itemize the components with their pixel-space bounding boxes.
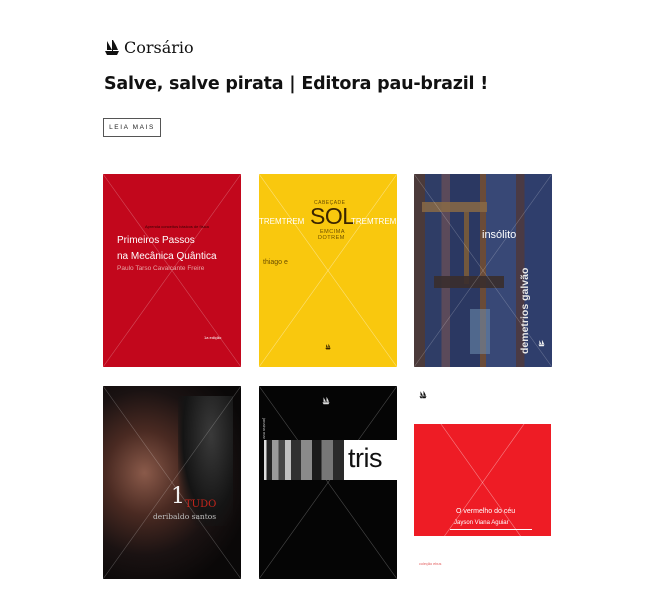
- site-brand[interactable]: Corsário: [104, 38, 194, 57]
- placeholder-cross-icon: [414, 174, 552, 367]
- book-collection: coleção ebus: [419, 562, 442, 566]
- publisher-logo-icon: [538, 339, 545, 347]
- book-author: Jayson Viana Aguiar: [454, 520, 509, 526]
- book-divider: [450, 529, 532, 530]
- book-photo-strip: [264, 440, 344, 480]
- book-cover-primeiros-passos[interactable]: Aprenda conceitos básicos de física Prim…: [103, 174, 241, 367]
- book-left-word: TREMTREM: [259, 217, 305, 226]
- book-title-rest: TUDO: [185, 499, 217, 510]
- pirate-ship-icon: [105, 40, 119, 55]
- read-more-button[interactable]: LEIA MAIS: [103, 118, 161, 137]
- book-cover-vermelho-do-ceu[interactable]: O vermelho do céu Jayson Viana Aguiar co…: [414, 386, 551, 579]
- book-spine-author: janaina mar: [262, 418, 267, 439]
- book-bottom-text-2: DOTREM: [318, 235, 345, 241]
- book-author: deribaldo santos: [153, 512, 217, 521]
- book-title-number: 1: [171, 484, 185, 509]
- book-author: demetrios galvão: [519, 267, 531, 354]
- placeholder-cross-icon: [259, 386, 397, 579]
- book-edition: 1a edição: [204, 335, 222, 340]
- book-title: insólito: [482, 229, 517, 241]
- book-title-sol: SOL: [310, 203, 355, 229]
- book-pretitle: Aprenda conceitos básicos de física: [145, 224, 209, 229]
- book-title: tris: [348, 443, 383, 473]
- book-author: thiago e: [263, 259, 288, 266]
- post-title[interactable]: Salve, salve pirata | Editora pau-brazil…: [104, 74, 488, 94]
- book-cover-tris[interactable]: janaina mar tris: [259, 386, 397, 579]
- book-cover-1-tudo[interactable]: 1 TUDO deribaldo santos: [103, 386, 241, 579]
- book-author: Paulo Tarso Cavalcante Freire: [117, 265, 205, 272]
- book-cover-sol[interactable]: CABEÇADE TREMTREM SOL TREMTREM EMCIMA DO…: [259, 174, 397, 367]
- book-right-word: TREMTREM: [351, 217, 397, 226]
- publisher-logo-icon: [325, 343, 331, 350]
- placeholder-cross-icon: [414, 386, 551, 579]
- book-title-line1: Primeiros Passos: [117, 235, 195, 246]
- publisher-logo-icon: [322, 396, 330, 405]
- placeholder-cross-icon: [103, 386, 241, 579]
- site-name: Corsário: [124, 38, 194, 57]
- book-title: O vermelho do céu: [456, 508, 516, 515]
- book-cover-insolito[interactable]: insólito demetrios galvão: [414, 174, 552, 367]
- book-title-line2: na Mecânica Quântica: [117, 251, 217, 262]
